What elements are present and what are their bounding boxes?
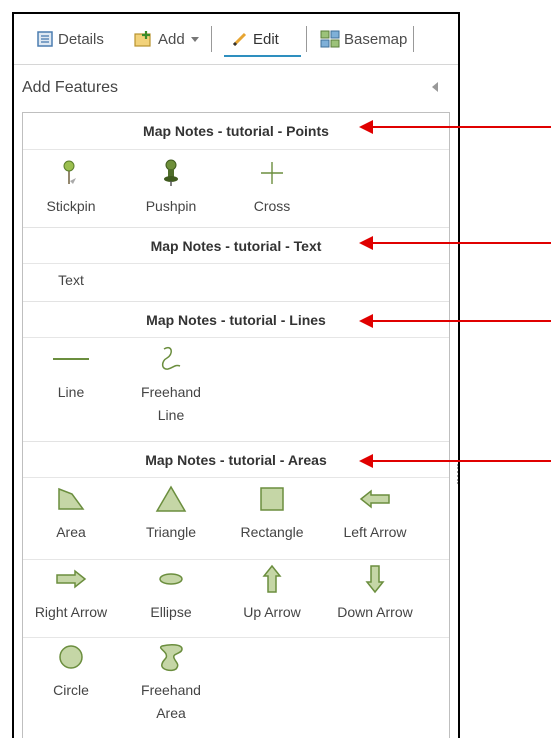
tool-down-arrow[interactable]: Down Arrow (327, 563, 423, 624)
tool-label: Circle (53, 682, 89, 698)
pencil-icon (232, 32, 247, 47)
basemap-button[interactable]: Basemap (320, 26, 407, 52)
tool-label: Cross (253, 198, 291, 214)
tool-text[interactable]: Text (23, 267, 119, 292)
annotation-arrow-points (359, 120, 551, 134)
tool-pushpin[interactable]: Pushpin (123, 157, 219, 218)
circle-icon (59, 645, 83, 669)
tool-label: Pushpin (145, 198, 197, 214)
active-tab-indicator (224, 55, 301, 57)
add-data-icon (134, 31, 151, 47)
details-button[interactable]: Details (36, 26, 104, 52)
tool-label: Text (58, 272, 84, 288)
chevron-down-icon (190, 36, 199, 42)
pushpin-icon (164, 159, 178, 186)
tool-label: Area (56, 524, 86, 540)
tool-triangle[interactable]: Triangle (123, 483, 219, 544)
panel-resize-handle[interactable] (457, 464, 458, 484)
panel-title: Add Features (22, 79, 119, 96)
rectangle-icon (260, 487, 284, 511)
section-header-points: Map Notes - tutorial - Points (143, 123, 329, 139)
collapse-panel-icon[interactable] (432, 82, 438, 92)
toolbar-divider (306, 26, 307, 52)
annotation-arrow-lines (359, 314, 551, 328)
annotation-arrow-areas (359, 454, 551, 468)
triangle-icon (155, 485, 187, 512)
toolbar: Details Add Edit Basemap (14, 14, 458, 64)
tool-circle[interactable]: Circle (23, 641, 119, 702)
add-label: Add (158, 30, 185, 48)
tool-right-arrow[interactable]: Right Arrow (23, 563, 119, 624)
tool-label: Up Arrow (243, 604, 301, 620)
left-arrow-icon (359, 489, 390, 509)
tool-label: Left Arrow (343, 524, 407, 540)
details-icon (37, 31, 53, 47)
tool-ellipse[interactable]: Ellipse (123, 563, 219, 624)
divider (23, 337, 449, 338)
basemap-label: Basemap (344, 30, 408, 48)
stickpin-icon (63, 160, 76, 184)
area-icon (58, 487, 85, 510)
tool-freehand-area[interactable]: Freehand Area (123, 641, 219, 725)
toolbar-divider (211, 26, 212, 52)
tool-rectangle[interactable]: Rectangle (224, 483, 320, 544)
down-arrow-icon (365, 565, 385, 594)
edit-button[interactable]: Edit (231, 26, 279, 52)
toolbar-border (14, 64, 458, 65)
tool-left-arrow[interactable]: Left Arrow (327, 483, 423, 544)
tool-label: Right Arrow (34, 604, 108, 620)
basemap-grid-icon (320, 30, 340, 48)
tool-freehand-line[interactable]: Freehand Line (123, 343, 219, 427)
tool-cross[interactable]: Cross (224, 157, 320, 218)
map-viewer-panel: Details Add Edit Basemap Add Features Ma… (12, 12, 460, 738)
tool-label: Rectangle (240, 524, 304, 540)
ellipse-icon (159, 573, 183, 585)
divider (23, 559, 449, 560)
tool-label: Freehand Area (141, 682, 201, 721)
annotation-arrow-text (359, 236, 551, 250)
divider (23, 263, 449, 264)
tool-up-arrow[interactable]: Up Arrow (224, 563, 320, 624)
section-header-text: Map Notes - tutorial - Text (23, 227, 449, 264)
add-button[interactable]: Add (134, 26, 199, 52)
tool-area[interactable]: Area (23, 483, 119, 544)
tool-label: Ellipse (150, 604, 192, 620)
divider (23, 637, 449, 638)
divider (23, 149, 449, 150)
freehand-area-icon (159, 644, 183, 672)
tool-label: Freehand Line (141, 384, 201, 423)
divider (23, 477, 449, 478)
freehand-line-icon (161, 346, 181, 370)
tool-label: Stickpin (46, 198, 96, 214)
cross-icon (261, 162, 283, 184)
feature-template-list: Map Notes - tutorial - Points Stickpin P… (22, 112, 450, 738)
toolbar-divider (413, 26, 414, 52)
right-arrow-icon (56, 569, 87, 589)
details-label: Details (58, 30, 104, 48)
up-arrow-icon (262, 564, 282, 593)
tool-label: Down Arrow (337, 604, 413, 620)
tool-line[interactable]: Line (23, 343, 119, 404)
tool-label: Triangle (145, 524, 197, 540)
tool-label: Line (57, 384, 85, 400)
tool-stickpin[interactable]: Stickpin (23, 157, 119, 218)
edit-label: Edit (253, 30, 279, 48)
line-icon (53, 358, 89, 360)
